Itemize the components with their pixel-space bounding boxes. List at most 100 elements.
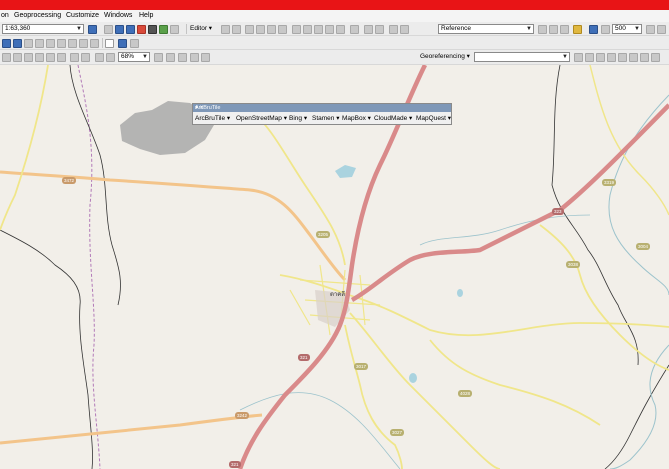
model-builder-icon[interactable]: [159, 25, 168, 34]
toggle-draft-mode-icon[interactable]: [154, 53, 163, 62]
menu-bar: on Geoprocessing Customize Windows Help: [0, 10, 669, 22]
toolbar-overflow-icon[interactable]: [130, 39, 139, 48]
editing-options-icon[interactable]: [400, 25, 409, 34]
end-point-arc-icon[interactable]: [256, 25, 265, 34]
arcbrutile-toolbar[interactable]: ArcBruTile ▾ ✕ ArcBruTile ▾ OpenStreetMa…: [192, 103, 452, 125]
menu-help[interactable]: Help: [139, 11, 153, 21]
trace-icon[interactable]: [267, 25, 276, 34]
chevron-down-icon: ▼: [562, 54, 568, 60]
menu-customize[interactable]: Customize: [66, 11, 99, 21]
toolbar-overflow-icon[interactable]: [201, 53, 210, 62]
georef-options-icon[interactable]: [640, 53, 649, 62]
hyperlink-icon[interactable]: [46, 39, 55, 48]
arctoolbox-icon[interactable]: [137, 25, 146, 34]
toolbar-options-icon[interactable]: [646, 25, 655, 34]
reshape-icon[interactable]: [303, 25, 312, 34]
measure-icon[interactable]: [35, 39, 44, 48]
arcbrutile-title-bar[interactable]: ArcBruTile ▾ ✕: [193, 104, 451, 112]
contrast-icon[interactable]: [538, 25, 547, 34]
point-icon[interactable]: [278, 25, 287, 34]
menu-geoprocessing[interactable]: Geoprocessing: [14, 11, 61, 21]
time-slider-icon[interactable]: [79, 39, 88, 48]
select-elements-icon[interactable]: [105, 39, 114, 48]
find-icon[interactable]: [24, 39, 33, 48]
zoom-whole-page-icon[interactable]: [35, 53, 44, 62]
road-label: 321: [229, 461, 241, 468]
viewer-icon[interactable]: [618, 53, 627, 62]
minor-road: [589, 65, 669, 216]
pan-layout-icon[interactable]: [24, 53, 33, 62]
zoom-100-icon[interactable]: [46, 53, 55, 62]
go-to-xy-icon[interactable]: [68, 39, 77, 48]
transparency-icon[interactable]: [560, 25, 569, 34]
provider-bing[interactable]: Bing ▾: [289, 114, 307, 124]
menu-windows[interactable]: Windows: [104, 11, 132, 21]
catalog-icon[interactable]: [115, 25, 124, 34]
toolbar-separator: [102, 38, 103, 48]
zoom-to-layer-icon[interactable]: [589, 25, 598, 34]
geoprocessing-results-icon[interactable]: [170, 25, 179, 34]
layout-toolbar: 68% ▼ Georeferencing ▾ ▼: [0, 50, 669, 65]
scale-combo[interactable]: 1:63,360 ▼: [2, 24, 84, 34]
georeferencing-layer-combo[interactable]: ▼: [474, 52, 570, 62]
html-popup-icon[interactable]: [57, 39, 66, 48]
edit-vertices-icon[interactable]: [292, 25, 301, 34]
provider-stamen[interactable]: Stamen ▾: [312, 114, 339, 124]
provider-arcbrutile[interactable]: ArcBruTile ▾: [195, 114, 230, 124]
zoom-level-combo[interactable]: 500 ▼: [612, 24, 642, 34]
swipe-icon[interactable]: [601, 25, 610, 34]
attributes-icon[interactable]: [350, 25, 359, 34]
create-viewer-icon[interactable]: [90, 39, 99, 48]
district-boundary: [69, 65, 121, 306]
previous-extent-icon[interactable]: [81, 53, 90, 62]
zoom-in-icon[interactable]: [2, 39, 11, 48]
layer-combo[interactable]: Reference ▼: [438, 24, 534, 34]
layout-view-icon[interactable]: [88, 25, 97, 34]
fixed-zoom-in-icon[interactable]: [57, 53, 66, 62]
fixed-zoom-out-icon[interactable]: [70, 53, 79, 62]
georeferencing-menu[interactable]: Georeferencing ▾: [420, 52, 470, 62]
next-extent-icon[interactable]: [95, 53, 104, 62]
effects-icon[interactable]: [573, 25, 582, 34]
edit-annotation-icon[interactable]: [232, 25, 241, 34]
toolbar-overflow-icon[interactable]: [651, 53, 660, 62]
layout-zoom-icon[interactable]: [106, 53, 115, 62]
clear-selection-icon[interactable]: [118, 39, 127, 48]
shift-georef-icon[interactable]: [585, 53, 594, 62]
zoom-out-layout-icon[interactable]: [13, 53, 22, 62]
menu-selection[interactable]: on: [1, 11, 9, 21]
road-label: 321: [298, 354, 310, 361]
map-display[interactable]: 3472 3205 3319 323 3038 3004 321 3017 40…: [0, 65, 669, 469]
topology-icon[interactable]: [389, 25, 398, 34]
rotate-icon[interactable]: [336, 25, 345, 34]
python-window-icon[interactable]: [148, 25, 157, 34]
provider-mapbox[interactable]: MapBox ▾: [342, 114, 371, 124]
table-icon[interactable]: [104, 25, 113, 34]
data-driven-pages-icon[interactable]: [190, 53, 199, 62]
provider-openstreetmap[interactable]: OpenStreetMap ▾: [236, 114, 287, 124]
auto-registration-icon[interactable]: [629, 53, 638, 62]
search-window-icon[interactable]: [126, 25, 135, 34]
layout-zoom-combo[interactable]: 68% ▼: [118, 52, 150, 62]
provider-cloudmade[interactable]: CloudMade ▾: [374, 114, 412, 124]
focus-data-frame-icon[interactable]: [166, 53, 175, 62]
editor-menu[interactable]: Editor ▾: [190, 24, 212, 34]
straight-segment-icon[interactable]: [245, 25, 254, 34]
view-link-table-icon[interactable]: [607, 53, 616, 62]
sketch-properties-icon[interactable]: [364, 25, 373, 34]
create-features-icon[interactable]: [375, 25, 384, 34]
toolbar-overflow-icon[interactable]: [657, 25, 666, 34]
zoom-in-layout-icon[interactable]: [2, 53, 11, 62]
add-control-points-icon[interactable]: [596, 53, 605, 62]
brightness-icon[interactable]: [549, 25, 558, 34]
split-icon[interactable]: [325, 25, 334, 34]
provider-mapquest[interactable]: MapQuest ▾: [416, 114, 451, 124]
change-layout-icon[interactable]: [178, 53, 187, 62]
close-icon[interactable]: ▾ ✕: [195, 104, 449, 112]
minor-road: [0, 65, 49, 231]
identify-icon[interactable]: [13, 39, 22, 48]
chevron-down-icon: ▼: [526, 26, 532, 32]
cut-polygons-icon[interactable]: [314, 25, 323, 34]
rotate-georef-icon[interactable]: [574, 53, 583, 62]
edit-tool-icon[interactable]: [221, 25, 230, 34]
